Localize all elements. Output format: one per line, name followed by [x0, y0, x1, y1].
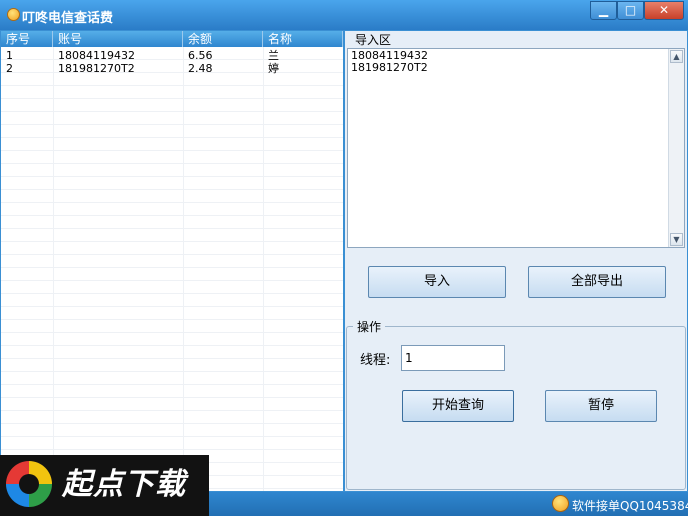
operation-group: 操作 线程: 1 开始查询 暂停 — [346, 318, 686, 490]
watermark-text: 起点下载 — [62, 467, 186, 502]
watermark: 起点下载 — [0, 455, 209, 516]
cell-name: 婷 — [268, 62, 279, 75]
import-group: 导入区 18084119432 181981270T2 ▲ ▼ — [345, 31, 687, 252]
cell-balance: 6.56 — [188, 49, 213, 62]
cell-account: 18084119432 — [58, 49, 135, 62]
cell-index: 2 — [6, 62, 13, 75]
export-all-button[interactable]: 全部导出 — [528, 266, 666, 298]
cell-balance: 2.48 — [188, 62, 213, 75]
status-text: 软件接单QQ1045384 — [572, 499, 688, 513]
title-bar: 叮咚电信查话费 ▁ □ ✕ — [0, 0, 688, 30]
import-group-title: 导入区 — [351, 31, 396, 48]
operation-group-title: 操作 — [353, 318, 386, 335]
close-button[interactable]: ✕ — [644, 1, 684, 20]
import-text: 18084119432 181981270T2 — [351, 49, 428, 74]
column-header-index[interactable]: 序号 — [1, 31, 53, 47]
smiley-icon — [552, 495, 569, 512]
import-textarea[interactable]: 18084119432 181981270T2 ▲ ▼ — [347, 48, 685, 248]
start-query-button[interactable]: 开始查询 — [402, 390, 514, 422]
cell-index: 1 — [6, 49, 13, 62]
minimize-button[interactable]: ▁ — [590, 1, 617, 20]
scroll-up-icon[interactable]: ▲ — [670, 50, 683, 63]
column-header-account[interactable]: 账号 — [53, 31, 183, 47]
watermark-logo-icon — [6, 461, 52, 507]
thread-label: 线程: — [360, 353, 391, 368]
pause-button[interactable]: 暂停 — [545, 390, 657, 422]
maximize-button[interactable]: □ — [617, 1, 644, 20]
window-title: 叮咚电信查话费 — [22, 11, 114, 26]
app-icon — [7, 8, 20, 21]
table-row[interactable]: 2 181981270T2 2.48 婷 — [1, 62, 343, 75]
scroll-down-icon[interactable]: ▼ — [670, 233, 683, 246]
import-button[interactable]: 导入 — [368, 266, 506, 298]
account-table[interactable]: 序号 账号 余额 名称 1 18084119432 6.56 兰 2 18198… — [1, 31, 343, 491]
cell-account: 181981270T2 — [58, 62, 135, 75]
cell-name: 兰 — [268, 49, 279, 62]
table-grid — [1, 47, 343, 491]
right-panel: 导入区 18084119432 181981270T2 ▲ ▼ 导入 全部导出 … — [345, 31, 687, 491]
vertical-scrollbar[interactable]: ▲ ▼ — [668, 49, 684, 247]
column-header-balance[interactable]: 余额 — [183, 31, 263, 47]
table-row[interactable]: 1 18084119432 6.56 兰 — [1, 49, 343, 62]
table-header: 序号 账号 余额 名称 — [1, 31, 343, 47]
thread-input[interactable]: 1 — [401, 345, 505, 371]
column-header-name[interactable]: 名称 — [263, 31, 343, 47]
